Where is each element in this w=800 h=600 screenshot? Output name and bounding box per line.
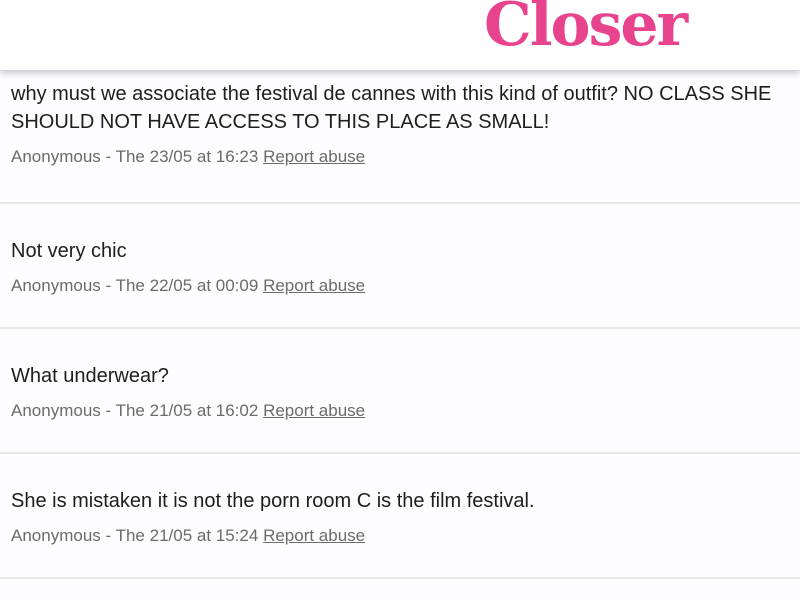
comment-author: Anonymous: [11, 401, 101, 420]
report-abuse-link[interactable]: Report abuse: [263, 401, 365, 420]
comment-author: Anonymous: [11, 526, 101, 545]
report-abuse-link[interactable]: Report abuse: [263, 147, 365, 166]
comment-meta: Anonymous - The 23/05 at 16:23 Report ab…: [11, 146, 792, 168]
comment-date: The 22/05 at 00:09: [115, 276, 259, 295]
comment-date: The 23/05 at 16:23: [115, 147, 259, 166]
meta-separator: -: [105, 147, 116, 166]
comment-item: Not very chic Anonymous - The 22/05 at 0…: [0, 204, 800, 329]
comment-text: why must we associate the festival de ca…: [11, 83, 772, 133]
comment-author: Anonymous: [11, 147, 101, 166]
closer-logo[interactable]: Closer: [484, 0, 688, 58]
report-abuse-link[interactable]: Report abuse: [263, 526, 365, 545]
comment-item: why must we associate the festival de ca…: [0, 71, 800, 204]
site-header: Closer: [0, 0, 800, 71]
comment-meta: Anonymous - The 22/05 at 00:09 Report ab…: [11, 275, 792, 297]
comment-text: Not very chic: [11, 240, 127, 262]
report-abuse-link[interactable]: Report abuse: [263, 276, 365, 295]
meta-separator: -: [105, 526, 116, 545]
meta-separator: -: [105, 401, 116, 420]
comment-date: The 21/05 at 15:24: [115, 526, 259, 545]
comment-item: What underwear? Anonymous - The 21/05 at…: [0, 329, 800, 454]
comment-text: What underwear?: [11, 365, 169, 387]
comment-date: The 21/05 at 16:02: [115, 401, 259, 420]
comment-text: She is mistaken it is not the porn room …: [11, 490, 535, 512]
meta-separator: -: [105, 276, 116, 295]
comments-list: why must we associate the festival de ca…: [0, 71, 800, 579]
comment-item: She is mistaken it is not the porn room …: [0, 454, 800, 579]
comment-meta: Anonymous - The 21/05 at 16:02 Report ab…: [11, 400, 792, 422]
comment-meta: Anonymous - The 21/05 at 15:24 Report ab…: [11, 525, 792, 547]
comment-author: Anonymous: [11, 276, 101, 295]
